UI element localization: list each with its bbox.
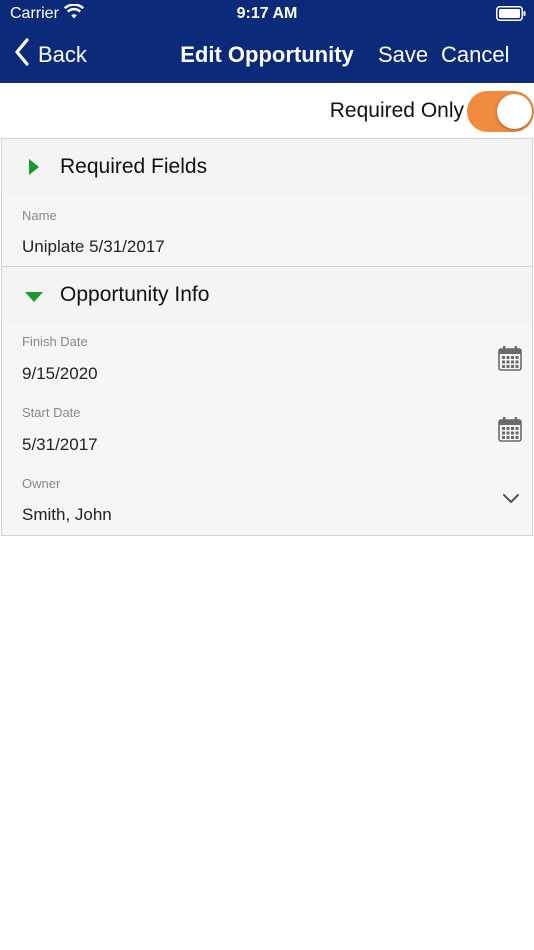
status-time: 9:17 AM bbox=[236, 5, 298, 22]
section-required-fields[interactable]: Required Fields bbox=[1, 138, 533, 196]
field-label-finish-date: Finish Date bbox=[22, 334, 88, 349]
chevron-left-icon bbox=[14, 38, 38, 72]
toggle-knob bbox=[497, 94, 532, 129]
navigation-bar: Carrier 9:17 AM Back Edit Opportunity Sa bbox=[0, 0, 534, 83]
field-label-name: Name bbox=[22, 208, 57, 223]
status-bar: Carrier 9:17 AM bbox=[0, 0, 534, 30]
field-name[interactable]: Name Uniplate 5/31/2017 bbox=[1, 195, 533, 267]
field-value-finish-date: 9/15/2020 bbox=[22, 364, 98, 383]
field-label-owner: Owner bbox=[22, 476, 61, 491]
field-value-name: Uniplate 5/31/2017 bbox=[22, 237, 165, 256]
required-only-label: Required Only bbox=[329, 99, 464, 122]
triangle-down-icon bbox=[24, 290, 44, 308]
battery-icon bbox=[496, 6, 526, 27]
save-button[interactable]: Save bbox=[378, 42, 428, 68]
required-only-row: Required Only bbox=[0, 83, 534, 139]
field-label-start-date: Start Date bbox=[22, 405, 81, 420]
back-button[interactable]: Back bbox=[14, 38, 87, 72]
field-finish-date[interactable]: Finish Date 9/15/2020 bbox=[1, 323, 533, 395]
calendar-icon[interactable] bbox=[498, 345, 522, 376]
back-label: Back bbox=[38, 42, 87, 67]
cancel-button[interactable]: Cancel bbox=[441, 42, 509, 68]
section-opportunity-info[interactable]: Opportunity Info bbox=[1, 266, 533, 324]
nav-row: Back Edit Opportunity Save Cancel bbox=[0, 30, 534, 83]
field-value-owner: Smith, John bbox=[22, 505, 112, 524]
field-value-start-date: 5/31/2017 bbox=[22, 435, 98, 454]
section-title-required: Required Fields bbox=[60, 155, 208, 178]
calendar-icon[interactable] bbox=[498, 416, 522, 447]
field-owner[interactable]: Owner Smith, John bbox=[1, 464, 533, 536]
section-title-opportunity: Opportunity Info bbox=[60, 283, 210, 306]
chevron-down-icon[interactable] bbox=[502, 492, 520, 510]
field-start-date[interactable]: Start Date 5/31/2017 bbox=[1, 394, 533, 465]
triangle-right-icon bbox=[28, 158, 40, 181]
